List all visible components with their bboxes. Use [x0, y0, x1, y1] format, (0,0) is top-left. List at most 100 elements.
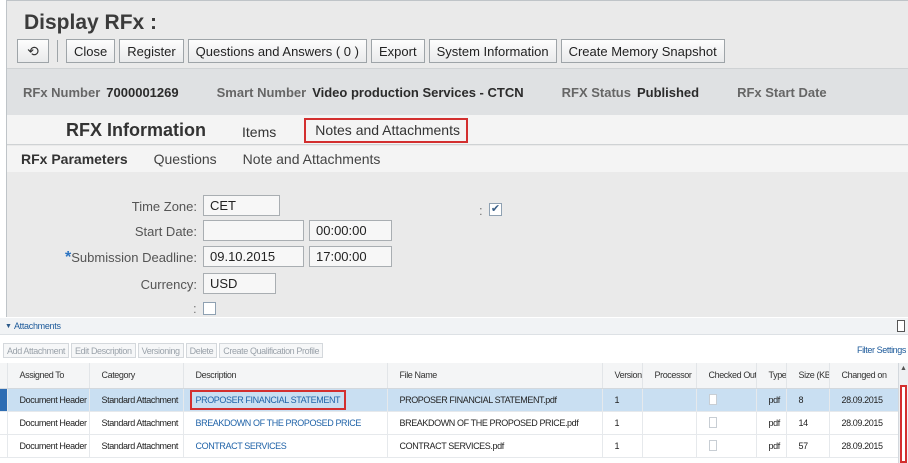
- cell-version: 1: [602, 411, 643, 435]
- start-date-label: Start Date:: [134, 224, 197, 239]
- cell-category: Standard Attachment: [89, 388, 184, 412]
- column-header-category[interactable]: Category: [89, 363, 184, 389]
- questions-and-answers-button[interactable]: Questions and Answers ( 0 ): [187, 39, 367, 63]
- cell-assigned-to: Document Header: [7, 388, 90, 412]
- delete-button[interactable]: Delete: [185, 343, 218, 358]
- submission-time-field[interactable]: 17:00:00: [309, 246, 392, 267]
- rfx-number-label: RFx Number: [23, 84, 101, 100]
- submission-date-field[interactable]: 09.10.2015: [203, 246, 304, 267]
- cell-version: 1: [602, 434, 643, 458]
- rfx-start-date-label: RFx Start Date: [737, 84, 827, 100]
- checked-out-checkbox[interactable]: [708, 417, 717, 429]
- table-header-row: Assigned To Category Description File Na…: [0, 363, 899, 389]
- cell-file-name: PROPOSER FINANCIAL STATEMENT.pdf: [387, 388, 603, 412]
- table-row[interactable]: Document Header Standard Attachment PROP…: [0, 388, 899, 412]
- create-memory-snapshot-button[interactable]: Create Memory Snapshot: [560, 39, 725, 63]
- rfx-header-info: RFx Number 7000001269 Smart Number Video…: [7, 68, 908, 115]
- versioning-button[interactable]: Versioning: [137, 343, 184, 358]
- column-header-file-name[interactable]: File Name: [387, 363, 603, 389]
- tab-rfx-information[interactable]: RFX Information: [66, 120, 206, 144]
- system-information-button[interactable]: System Information: [428, 39, 557, 63]
- cell-changed-on: 28.09.2015: [829, 411, 899, 435]
- description-link[interactable]: CONTRACT SERVICES: [183, 434, 388, 458]
- subtab-rfx-parameters[interactable]: RFx Parameters: [21, 151, 128, 167]
- description-link[interactable]: PROPOSER FINANCIAL STATEMENT: [189, 389, 347, 410]
- scrollbar-thumb[interactable]: [900, 385, 907, 463]
- smart-number-label: Smart Number: [216, 84, 307, 100]
- attachments-header[interactable]: ▼ Attachments: [0, 318, 908, 335]
- cell-file-name: CONTRACT SERVICES.pdf: [387, 434, 603, 458]
- submission-deadline-label: *Submission Deadline:: [27, 249, 197, 267]
- currency-label: Currency:: [140, 277, 197, 292]
- close-button[interactable]: Close: [66, 39, 116, 63]
- cell-size: 14: [786, 411, 830, 435]
- rfx-number-value: 7000001269: [106, 84, 179, 100]
- start-time-field[interactable]: 00:00:00: [309, 220, 392, 241]
- create-qualification-profile-button[interactable]: Create Qualification Profile: [219, 343, 324, 358]
- rfx-status-label: RFX Status: [561, 84, 631, 100]
- cell-processor: [642, 411, 697, 435]
- cell-file-name: BREAKDOWN OF THE PROPOSED PRICE.pdf: [387, 411, 603, 435]
- column-header-description[interactable]: Description: [183, 363, 388, 389]
- column-header-checked-out[interactable]: Checked Out: [696, 363, 757, 389]
- scroll-up-icon[interactable]: ▲: [900, 365, 907, 372]
- row-selector[interactable]: [0, 434, 8, 458]
- cell-changed-on: 28.09.2015: [829, 434, 899, 458]
- cell-category: Standard Attachment: [89, 411, 184, 435]
- main-tab-bar: RFX Information Items Notes and Attachme…: [7, 115, 908, 145]
- subtab-note-and-attachments[interactable]: Note and Attachments: [243, 151, 381, 167]
- row-selector[interactable]: [0, 388, 8, 412]
- empty-checkbox[interactable]: [203, 302, 216, 315]
- start-date-field[interactable]: [203, 220, 304, 241]
- add-attachment-button[interactable]: Add Attachment: [3, 343, 69, 358]
- subtab-questions[interactable]: Questions: [154, 151, 217, 167]
- checked-out-checkbox[interactable]: [708, 394, 717, 406]
- attachments-table: Assigned To Category Description File Na…: [0, 363, 899, 458]
- column-header-selector: [0, 363, 8, 389]
- cell-checked-out: [696, 388, 757, 412]
- column-header-version[interactable]: Version: [602, 363, 643, 389]
- tab-notes-and-attachments[interactable]: Notes and Attachments: [304, 118, 468, 143]
- attachments-toolbar: Add Attachment Edit Description Versioni…: [0, 342, 908, 359]
- description-link[interactable]: BREAKDOWN OF THE PROPOSED PRICE: [183, 411, 388, 435]
- export-button[interactable]: Export: [370, 39, 425, 63]
- expand-triangle-icon[interactable]: ▼: [5, 323, 12, 330]
- column-header-assigned-to[interactable]: Assigned To: [7, 363, 90, 389]
- table-row[interactable]: Document Header Standard Attachment CONT…: [0, 434, 899, 458]
- edit-description-button[interactable]: Edit Description: [70, 343, 136, 358]
- cell-description: PROPOSER FINANCIAL STATEMENT: [183, 388, 388, 412]
- main-toolbar: ⟲ Close Register Questions and Answers (…: [17, 39, 725, 63]
- checkbox-colon: :: [479, 203, 483, 218]
- column-header-type[interactable]: Type: [756, 363, 787, 389]
- cell-category: Standard Attachment: [89, 434, 184, 458]
- checked-checkbox[interactable]: ✔: [489, 203, 502, 216]
- rfx-status-value: Published: [636, 84, 700, 100]
- sub-tab-bar: RFx Parameters Questions Note and Attach…: [7, 146, 908, 172]
- cell-version: 1: [602, 388, 643, 412]
- smart-number-value: Video production Services - CTCN: [312, 84, 524, 100]
- time-zone-field[interactable]: CET: [203, 195, 280, 216]
- cell-size: 57: [786, 434, 830, 458]
- empty-checkbox-colon: :: [193, 301, 197, 316]
- cell-checked-out: [696, 411, 757, 435]
- maximize-icon[interactable]: [897, 320, 905, 332]
- tab-items[interactable]: Items: [242, 124, 276, 144]
- register-button[interactable]: Register: [119, 39, 184, 63]
- table-row[interactable]: Document Header Standard Attachment BREA…: [0, 411, 899, 435]
- cell-changed-on: 28.09.2015: [829, 388, 899, 412]
- cell-type: pdf: [756, 388, 787, 412]
- column-header-changed-on[interactable]: Changed on: [829, 363, 899, 389]
- column-header-processor[interactable]: Processor: [642, 363, 697, 389]
- cell-processor: [642, 434, 697, 458]
- attachments-panel: ▼ Attachments Add Attachment Edit Descri…: [0, 318, 908, 463]
- cell-type: pdf: [756, 411, 787, 435]
- currency-field[interactable]: USD: [203, 273, 276, 294]
- cell-assigned-to: Document Header: [7, 411, 90, 435]
- column-header-size[interactable]: Size (KB): [786, 363, 830, 389]
- row-selector[interactable]: [0, 411, 8, 435]
- rfx-display-panel: Display RFx : ⟲ Close Register Questions…: [6, 0, 908, 317]
- refresh-icon[interactable]: ⟲: [17, 39, 49, 63]
- vertical-scrollbar[interactable]: ▲: [898, 363, 908, 463]
- filter-settings-link[interactable]: Filter Settings: [857, 345, 906, 355]
- checked-out-checkbox[interactable]: [708, 440, 717, 452]
